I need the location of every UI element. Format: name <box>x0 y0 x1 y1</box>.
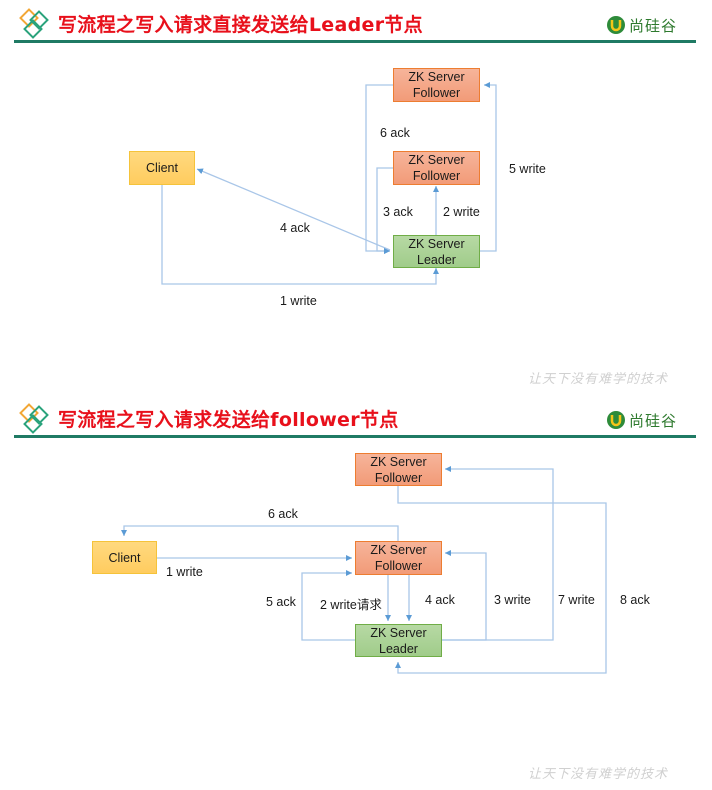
client-label: Client <box>146 161 178 175</box>
node-line-1: ZK Server <box>370 625 427 640</box>
client-node: Client <box>92 541 157 574</box>
edge-label-2: 2 write <box>443 205 480 219</box>
client-node: Client <box>129 151 195 185</box>
node-line-1: ZK Server <box>370 543 427 557</box>
edge-label-3: 3 write <box>494 593 531 607</box>
edge-6-ack <box>121 525 399 542</box>
edge-label-5: 5 write <box>509 162 546 176</box>
edge-label-4: 4 ack <box>425 593 455 607</box>
follower-mid-node: ZK Server Follower <box>355 541 442 575</box>
edge-label-4: 4 ack <box>280 221 310 235</box>
client-label: Client <box>108 550 141 565</box>
slide-follower-write: 写流程之写入请求发送给follower节点 尚硅谷 Client ZK Serv… <box>0 395 712 790</box>
leader-node: ZK Server Leader <box>355 624 442 657</box>
edge-7-write <box>441 466 554 641</box>
edge-label-6: 6 ack <box>380 126 410 140</box>
edge-label-2: 2 write请求 <box>320 598 382 612</box>
node-line-2: Leader <box>379 641 418 656</box>
node-line-1: ZK Server <box>408 236 465 251</box>
edge-label-5: 5 ack <box>266 595 296 609</box>
leader-node: ZK Server Leader <box>393 235 480 268</box>
node-line-1: ZK Server <box>408 153 465 167</box>
edge-label-6: 6 ack <box>268 507 298 521</box>
node-line-2: Follower <box>412 86 461 100</box>
edge-label-7: 7 write <box>558 593 595 607</box>
edge-label-1: 1 write <box>280 294 317 308</box>
edge-5-write <box>480 82 497 252</box>
diagram-connectors <box>161 82 497 285</box>
edge-label-8: 8 ack <box>620 593 650 607</box>
node-line-1: ZK Server <box>370 454 427 469</box>
edge-label-1: 1 write <box>166 565 203 579</box>
watermark: 让天下没有难学的技术 <box>528 767 669 782</box>
node-line-2: Leader <box>417 252 456 267</box>
node-line-1: ZK Server <box>408 70 465 84</box>
slide-leader-write: 写流程之写入请求直接发送给Leader节点 尚硅谷 Client ZK Serv… <box>0 0 712 395</box>
node-line-2: Follower <box>374 470 423 485</box>
follower-top-node: ZK Server Follower <box>355 453 442 486</box>
edge-label-3: 3 ack <box>383 205 413 219</box>
follower-top-node: ZK Server Follower <box>393 68 480 102</box>
edge-4-ack <box>196 168 391 251</box>
follower-mid-node: ZK Server Follower <box>393 151 480 185</box>
watermark: 让天下没有难学的技术 <box>528 372 669 387</box>
node-line-2: Follower <box>412 169 461 183</box>
node-line-2: Follower <box>374 559 423 573</box>
